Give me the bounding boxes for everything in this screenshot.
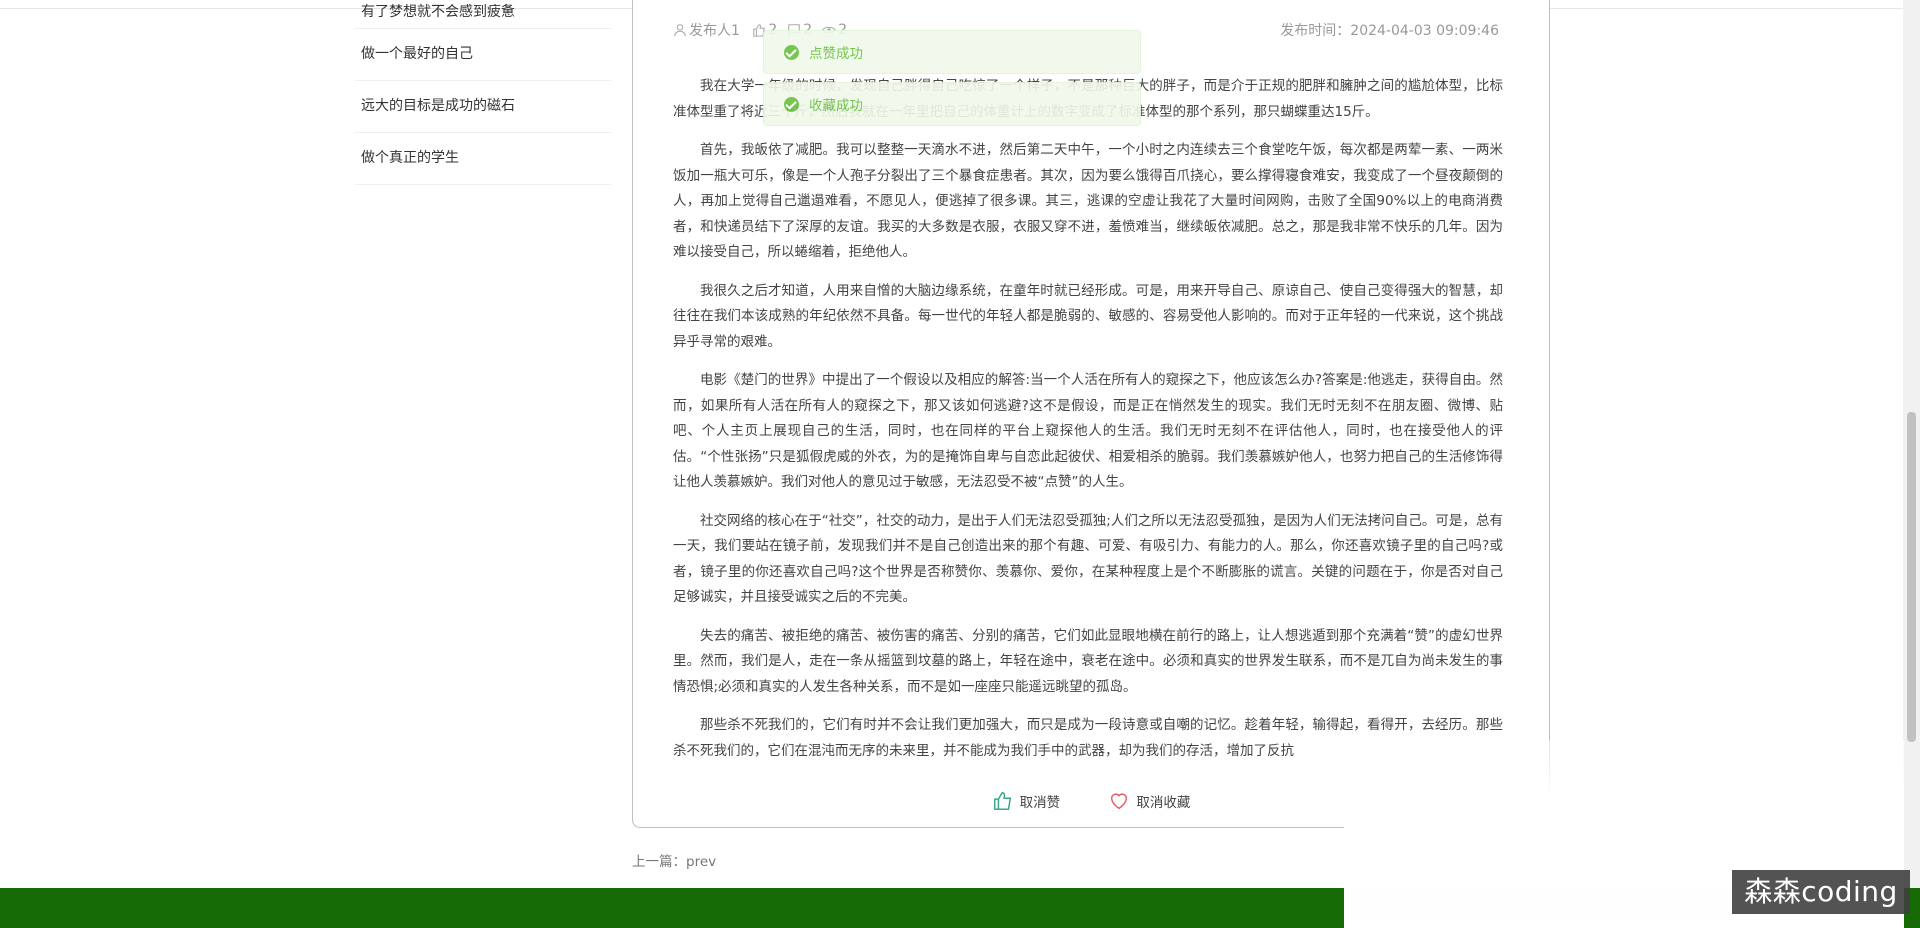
user-icon: [674, 24, 686, 37]
watermark: 森森coding: [1732, 870, 1910, 914]
scrollbar-thumb[interactable]: [1907, 412, 1916, 742]
unlike-button[interactable]: 取消赞: [992, 790, 1061, 812]
like-success-toast: 点赞成功: [763, 30, 1141, 74]
check-circle-icon: [784, 44, 799, 60]
paragraph: 电影《楚门的世界》中提出了一个假设以及相应的解答:当一个人活在所有人的窥探之下，…: [673, 372, 1503, 490]
author-name: 发布人1: [689, 23, 740, 39]
paragraph: 首先，我皈依了减肥。我可以整整一天滴水不进，然后第二天中午，一个小时之内连续去三…: [673, 142, 1503, 260]
uncollect-label: 取消收藏: [1136, 795, 1191, 811]
author: 发布人1: [673, 20, 740, 40]
paragraph: 失去的痛苦、被拒绝的痛苦、被伤害的痛苦、分别的痛苦，它们如此显眼地横在前行的路上…: [673, 627, 1503, 695]
collect-success-toast: 收藏成功: [763, 82, 1141, 126]
thumb-up-icon: [993, 792, 1011, 810]
heart-icon: [1111, 793, 1128, 810]
publish-time: 发布时间：2024-04-03 09:09:46: [1280, 23, 1499, 39]
related-articles-sidebar: 有了梦想就不会感到疲惫 做一个最好的自己 远大的目标是成功的磁石 做个真正的学生: [355, 0, 611, 185]
sidebar-item-best-self[interactable]: 做一个最好的自己: [355, 29, 611, 81]
uncollect-button[interactable]: 取消收藏: [1108, 790, 1190, 812]
sidebar-item-student[interactable]: 做个真正的学生: [355, 133, 611, 185]
unlike-label: 取消赞: [1019, 795, 1061, 811]
prev-article-link[interactable]: 上一篇：prev: [632, 850, 716, 870]
toast-message: 点赞成功: [809, 46, 863, 62]
paragraph: 社交网络的核心在于“社交”，社交的动力，是出于人们无法忍受孤独;人们之所以无法忍…: [673, 512, 1503, 606]
sidebar-item-dream[interactable]: 有了梦想就不会感到疲惫: [355, 0, 611, 29]
sidebar-item-goal[interactable]: 远大的目标是成功的磁石: [355, 81, 611, 133]
check-circle-icon: [784, 96, 799, 112]
paragraph: 我很久之后才知道，人用来自憎的大脑边缘系统，在童年时就已经形成。可是，用来开导自…: [673, 282, 1503, 350]
toast-message: 收藏成功: [809, 98, 863, 114]
article-content: 我在大学一年级的时候，发现自己胖得自己吃惊了一个样子，不是那种巨大的胖子，而是介…: [673, 74, 1503, 777]
